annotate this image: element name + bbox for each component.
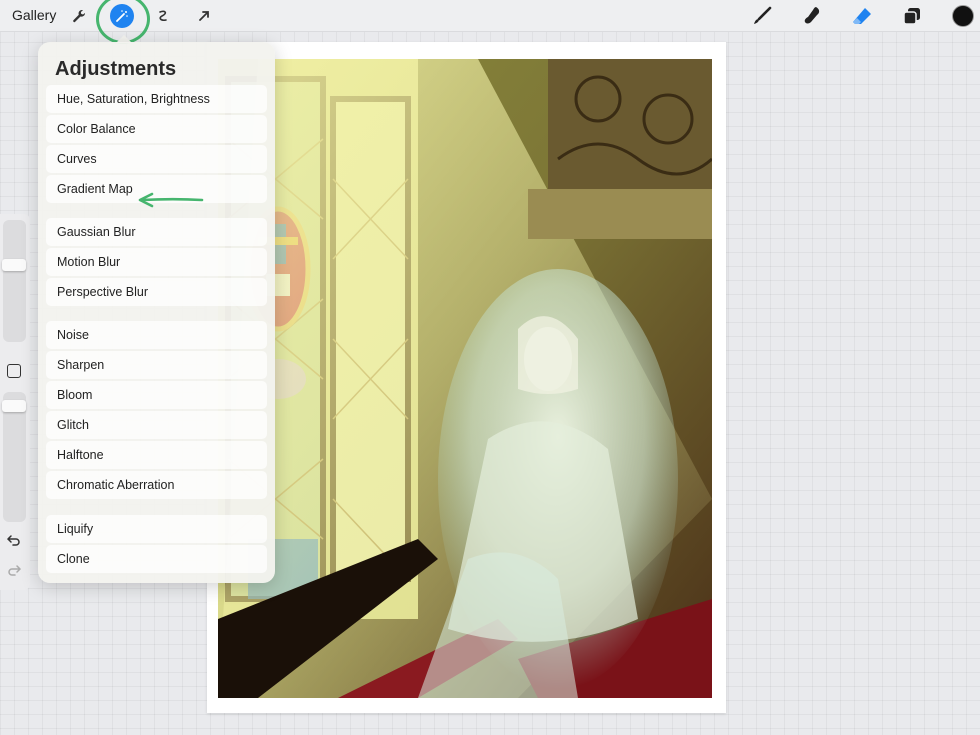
adjustments-panel: Adjustments Hue, Saturation, Brightness … [38, 42, 275, 583]
menu-item-sharpen[interactable]: Sharpen [46, 351, 267, 379]
brush-opacity-thumb[interactable] [2, 400, 26, 412]
wrench-icon[interactable] [67, 4, 91, 28]
menu-item-color-balance[interactable]: Color Balance [46, 115, 267, 143]
menu-item-clone[interactable]: Clone [46, 545, 267, 573]
undo-icon[interactable] [6, 532, 22, 548]
menu-item-gaussian-blur[interactable]: Gaussian Blur [46, 218, 267, 246]
color-icon[interactable] [952, 5, 974, 27]
menu-item-halftone[interactable]: Halftone [46, 441, 267, 469]
layers-icon[interactable] [901, 5, 923, 27]
modify-button[interactable] [7, 364, 21, 378]
smudge-icon[interactable] [801, 5, 823, 27]
selection-icon[interactable] [151, 4, 175, 28]
menu-item-liquify[interactable]: Liquify [46, 515, 267, 543]
panel-title: Adjustments [55, 58, 177, 80]
brush-opacity-slider[interactable] [2, 392, 26, 522]
brush-size-thumb[interactable] [2, 259, 26, 271]
eraser-icon[interactable] [851, 5, 873, 27]
menu-item-bloom[interactable]: Bloom [46, 381, 267, 409]
canvas[interactable] [207, 42, 726, 713]
menu-item-hue-saturation-brightness[interactable]: Hue, Saturation, Brightness [46, 85, 267, 113]
brush-icon[interactable] [751, 5, 773, 27]
sidebar [0, 214, 30, 590]
menu-item-curves[interactable]: Curves [46, 145, 267, 173]
annotation-arrow-icon [138, 192, 204, 208]
menu-item-noise[interactable]: Noise [46, 321, 267, 349]
redo-icon[interactable] [6, 562, 22, 578]
menu-item-glitch[interactable]: Glitch [46, 411, 267, 439]
menu-item-perspective-blur[interactable]: Perspective Blur [46, 278, 267, 306]
menu-item-chromatic-aberration[interactable]: Chromatic Aberration [46, 471, 267, 499]
menu-item-motion-blur[interactable]: Motion Blur [46, 248, 267, 276]
gallery-button[interactable]: Gallery [12, 7, 56, 23]
transform-arrow-icon[interactable] [192, 4, 216, 28]
brush-size-slider[interactable] [2, 220, 26, 342]
artwork-image [218, 59, 712, 698]
